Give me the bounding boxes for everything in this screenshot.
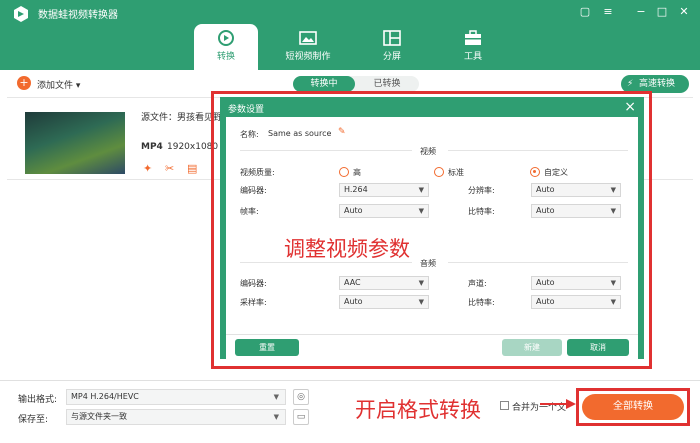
arrow-icon <box>540 399 576 409</box>
output-format-select[interactable]: MP4 H.264/HEVC ▼ <box>66 389 286 405</box>
convert-icon <box>218 30 234 46</box>
tab-label: 工具 <box>463 52 482 62</box>
dialog-title: 参数设置 <box>228 105 265 115</box>
save-path-select[interactable]: 与源文件夹一致 ▼ <box>66 409 286 425</box>
chevron-down-icon: ▾ <box>75 81 81 91</box>
divider <box>448 150 628 151</box>
status-toggle: 转换中 已转换 <box>293 76 419 92</box>
audio-bitrate-label: 比特率: <box>468 298 495 307</box>
merge-checkbox[interactable] <box>500 401 509 410</box>
encoder-label: 编码器: <box>240 186 267 195</box>
add-icon[interactable]: + <box>17 76 31 90</box>
quality-radio-standard[interactable] <box>434 167 444 177</box>
channel-select[interactable]: Auto ▼ <box>531 276 621 290</box>
fast-convert-label: 高速转换 <box>639 79 676 89</box>
divider <box>448 262 628 263</box>
audio-bitrate-select[interactable]: Auto ▼ <box>531 295 621 309</box>
quality-radio-high[interactable] <box>339 167 349 177</box>
settings-dialog: 参数设置 × 名称: Same as source ✎ 视频 视频质量: 高 标… <box>220 97 644 359</box>
add-file-button[interactable]: 添加文件 ▾ <box>37 78 80 91</box>
edit-icon[interactable]: ▤ <box>187 162 197 175</box>
tab-split-screen[interactable]: 分屏 <box>360 24 424 70</box>
tab-tools[interactable]: 工具 <box>441 24 505 70</box>
tab-label: 短视频制作 <box>285 52 331 62</box>
quality-option-label: 高 <box>353 168 361 177</box>
toolbox-icon <box>465 30 481 45</box>
tab-converting[interactable]: 转换中 <box>293 76 355 92</box>
framerate-select[interactable]: Auto ▼ <box>339 204 429 218</box>
tab-label: 分屏 <box>382 52 401 62</box>
cancel-button[interactable]: 取消 <box>567 339 629 356</box>
convert-all-button[interactable]: 全部转换 <box>582 394 684 420</box>
output-format-label: 输出格式: <box>18 395 58 405</box>
split-screen-icon <box>383 30 401 46</box>
bitrate-label: 比特率: <box>468 207 495 216</box>
video-bitrate-select[interactable]: Auto ▼ <box>531 204 621 218</box>
tab-short-video[interactable]: 短视频制作 <box>276 24 340 70</box>
folder-icon[interactable]: ▭ <box>293 409 309 425</box>
tab-converted[interactable]: 已转换 <box>355 76 419 92</box>
framerate-label: 帧率: <box>240 207 259 216</box>
annotation-video-params: 调整视频参数 <box>284 237 410 261</box>
resolution-label: 分辨率: <box>468 186 495 195</box>
new-button[interactable]: 新建 <box>502 339 562 356</box>
feedback-icon[interactable]: ▢ <box>577 4 593 20</box>
audio-section-title: 音频 <box>420 259 436 268</box>
maximize-button[interactable]: □ <box>654 4 670 20</box>
close-button[interactable]: ✕ <box>676 4 692 20</box>
dialog-footer: 重置 新建 取消 <box>226 334 638 359</box>
cut-icon[interactable]: ✂ <box>165 162 174 175</box>
resolution-select[interactable]: Auto ▼ <box>531 183 621 197</box>
video-section-title: 视频 <box>420 147 436 156</box>
samplerate-select[interactable]: Auto ▼ <box>339 295 429 309</box>
profile-name: Same as source <box>268 129 332 138</box>
video-thumbnail[interactable] <box>25 112 125 174</box>
samplerate-label: 采样率: <box>240 298 267 307</box>
audio-encoder-label: 编码器: <box>240 279 267 288</box>
divider <box>240 150 412 151</box>
file-format: MP4 <box>141 142 163 152</box>
video-encoder-select[interactable]: H.264 ▼ <box>339 183 429 197</box>
enhance-icon[interactable]: ✦ <box>143 162 152 175</box>
audio-encoder-select[interactable]: AAC ▼ <box>339 276 429 290</box>
name-label: 名称: <box>240 130 259 139</box>
quality-label: 视频质量: <box>240 168 275 177</box>
image-icon <box>299 31 317 45</box>
tab-convert[interactable]: 转换 <box>194 24 258 70</box>
pencil-icon[interactable]: ✎ <box>338 127 346 137</box>
save-to-label: 保存至: <box>18 415 49 425</box>
quality-option-label: 标准 <box>448 168 464 177</box>
menu-icon[interactable]: ≡ <box>600 4 616 20</box>
format-settings-icon[interactable]: ◎ <box>293 389 309 405</box>
quality-radio-custom[interactable] <box>530 167 540 177</box>
app-title: 数据蛙视频转换器 <box>38 10 118 21</box>
dialog-body: 名称: Same as source ✎ 视频 视频质量: 高 标准 自定义 编… <box>226 117 638 334</box>
source-file-name: 源文件：男孩看见野 <box>141 113 223 123</box>
minimize-button[interactable]: − <box>633 4 649 20</box>
close-icon[interactable]: × <box>624 99 636 115</box>
tab-label: 转换 <box>216 52 235 62</box>
app-logo-icon <box>14 6 28 22</box>
reset-button[interactable]: 重置 <box>235 339 299 356</box>
quality-option-label: 自定义 <box>544 168 568 177</box>
channel-label: 声道: <box>468 279 487 288</box>
annotation-start-convert: 开启格式转换 <box>355 398 481 422</box>
